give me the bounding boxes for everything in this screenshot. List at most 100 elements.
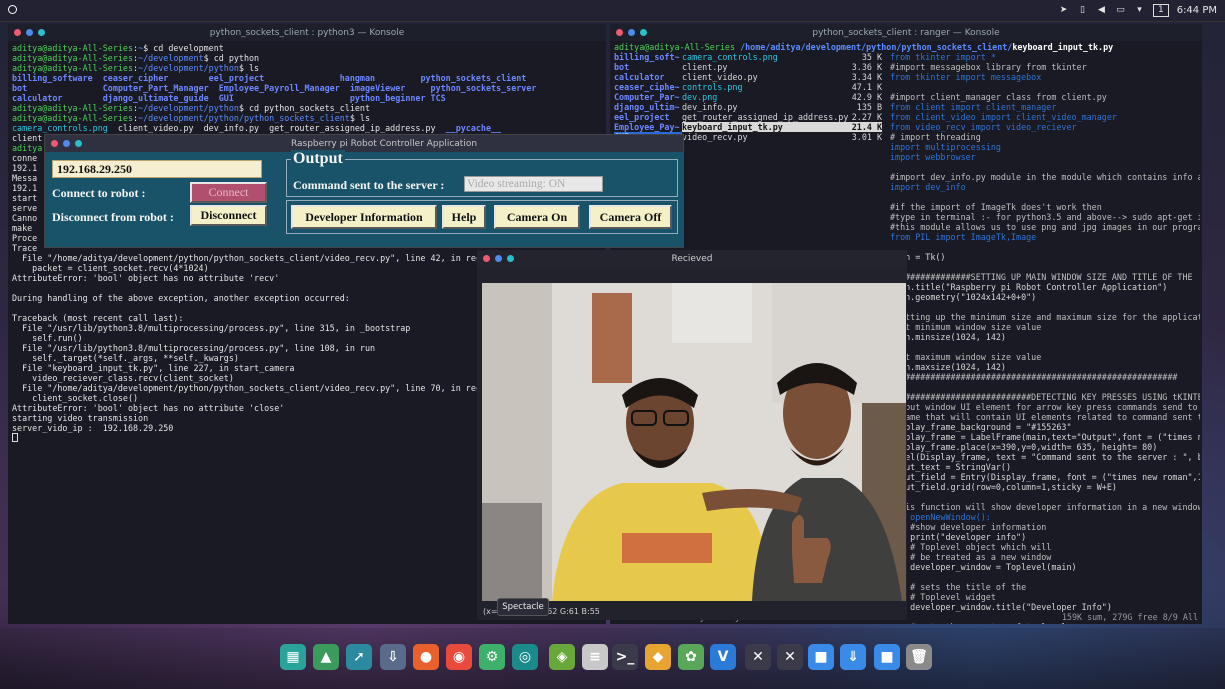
preview-line: #this module allows us to use png and jp… [890,222,1200,232]
disconnect-button[interactable]: Disconnect [190,205,267,226]
terminal-text: packet = client_socket.recv(4*1024) [12,263,209,273]
command-field[interactable]: Video streaming: ON [464,176,603,192]
file-name: client.py [682,62,728,72]
close-icon[interactable] [14,29,21,36]
clock[interactable]: 6:44 PM [1177,5,1217,16]
ranger-parent-item[interactable]: billing_soft~ [614,52,682,62]
terminal-line: aditya@aditya-All-Series:~$ cd developme… [12,43,602,53]
send-to-icon[interactable]: ➚ [346,644,372,670]
image-viewer-icon[interactable]: ▲ [313,644,339,670]
ranger-file-item[interactable]: dev.png 42.9 K [682,92,882,102]
app-grid-icon[interactable]: ▦ [280,644,306,670]
developer-info-button[interactable]: Developer Information [291,205,437,229]
minimize-icon[interactable] [63,140,70,147]
ranger-parent-item[interactable]: eel_project [614,112,682,122]
konsole-left-titlebar[interactable]: python_sockets_client : python3 — Konsol… [8,24,606,41]
ranger-parent-item[interactable]: Computer_Par~ [614,92,682,102]
ranger-parent-item[interactable]: calculator [614,72,682,82]
layers-icon[interactable]: ◆ [645,644,671,670]
nvidia-icon[interactable]: ◈ [549,644,575,670]
preview-line: import dev_info [890,182,966,192]
help-button[interactable]: Help [442,205,486,229]
tux-settings-icon[interactable]: ⚙ [479,644,505,670]
terminal-text: Computer_Part_Manager [102,83,219,93]
ip-address-input[interactable]: 192.168.29.250 [52,160,262,178]
terminal-line: aditya@aditya-All-Series:~/development/p… [12,103,602,113]
preview-line: import multiprocessing [890,142,1001,152]
preview-line: display_frame.place(x=390,y=0,width= 635… [890,442,1158,452]
terminal-icon[interactable]: >_ [612,644,638,670]
preview-line: import webbrowser [890,152,976,162]
ranger-file-list[interactable]: camera_controls.png 35 Kclient.py 3.36 Kcl… [682,52,882,142]
vscode-icon[interactable]: V [710,644,736,670]
terminal-text: Employee_Payroll_Manager [218,83,350,93]
ranger-parent-item[interactable]: django_ultim~ [614,102,682,112]
vlc-like-download-icon[interactable]: ⇩ [380,644,406,670]
downloads-folder-icon[interactable]: ⇓ [840,644,866,670]
received-video-window[interactable]: Recieved (x=0, G:61 B:55 [477,250,907,620]
ranger-file-item[interactable]: client_video.py 3.34 K [682,72,882,82]
preview-line: from video_recv import video_reciever [890,122,1077,132]
ranger-file-item[interactable]: camera_controls.png 35 K [682,52,882,62]
minimize-icon[interactable] [26,29,33,36]
ranger-file-item[interactable]: video_recv.py 3.01 K [682,132,882,142]
ranger-file-item[interactable]: controls.png 47.1 K [682,82,882,92]
maximize-icon[interactable] [38,29,45,36]
ranger-file-item[interactable]: keyboard_input_tk.py 21.4 K [682,122,882,132]
trash-icon[interactable]: 🗑 [906,644,932,670]
terminal-text: ~/development [138,53,204,63]
video-titlebar[interactable]: Recieved [477,250,907,268]
ranger-parent-column[interactable]: billing_soft~ bot calculator ceaser_ciphe~ C… [614,52,682,142]
tk-app-titlebar[interactable]: Raspberry pi Robot Controller Applicatio… [45,135,683,152]
network-icon[interactable]: ▭ [1115,5,1126,16]
terminal-text: File "/usr/lib/python3.8/multiprocessing… [12,323,411,333]
firefox-icon[interactable]: ● [413,644,439,670]
chrome-icon[interactable]: ◉ [446,644,472,670]
x-close-icon[interactable]: ✕ [745,644,771,670]
terminal-text: python_sockets_client [420,73,527,83]
terminal-text: $ ls [349,113,371,123]
terminal-text: starting video transmission [12,413,149,423]
maximize-icon[interactable] [507,255,514,262]
close-icon[interactable] [616,29,623,36]
terminal-text: serve [12,203,38,213]
folder-icon[interactable]: ■ [808,644,834,670]
minimize-icon[interactable] [628,29,635,36]
ranger-parent-item[interactable]: Employee_Pay~ [614,122,682,132]
telegram-icon[interactable]: ➤ [1058,5,1069,16]
chevron-down-icon[interactable]: ▾ [1134,5,1145,16]
clipboard-icon[interactable]: ▯ [1077,5,1088,16]
robot-controller-window[interactable]: Raspberry pi Robot Controller Applicatio… [44,134,684,248]
ranger-parent-item[interactable]: ceaser_ciphe~ [614,82,682,92]
ranger-parent-item[interactable]: bot [614,62,682,72]
folder-icon-2[interactable]: ■ [874,644,900,670]
close-icon[interactable] [483,255,490,262]
camera-on-button[interactable]: Camera On [494,205,580,229]
preview-line: from tkinter import messagebox [890,72,1042,82]
volume-icon[interactable]: ◀ [1096,5,1107,16]
connect-button[interactable]: Connect [190,182,267,203]
preview-line: #type in terminal :- for python3.5 and a… [890,212,1200,222]
ranger-file-item[interactable]: client.py 3.36 K [682,62,882,72]
spectacle-icon[interactable]: ◎ [512,644,538,670]
preview-line: main.minsize(1024, 142) [890,332,1006,342]
terminal-text: Proce [12,233,38,243]
output-title: Output [291,150,345,168]
pycharm-like-icon[interactable]: ✿ [678,644,704,670]
ranger-file-item[interactable]: get_router_assigned_ip_address.py 2.27 K [682,112,882,122]
x-close-icon-2[interactable]: ✕ [777,644,803,670]
terminal-line: aditya@aditya-All-Series:~/development/p… [12,63,602,73]
camera-off-button[interactable]: Camera Off [589,205,672,229]
maximize-icon[interactable] [75,140,82,147]
terminal-line: aditya@aditya-All-Series:~/development/p… [12,113,602,123]
ranger-file-item[interactable]: dev_info.py 135 B [682,102,882,112]
desktop-pager[interactable]: 1 [1152,4,1169,17]
activities-icon[interactable] [8,4,17,14]
close-icon[interactable] [51,140,58,147]
minimize-icon[interactable] [495,255,502,262]
terminal-text: File "/home/aditya/development/python/py… [12,253,486,263]
konsole-right-titlebar[interactable]: python_sockets_client : ranger — Konsole [610,24,1202,41]
preview-line: developer_window.title("Developer Info") [890,602,1112,612]
maximize-icon[interactable] [640,29,647,36]
archive-icon[interactable]: ≡ [582,644,608,670]
